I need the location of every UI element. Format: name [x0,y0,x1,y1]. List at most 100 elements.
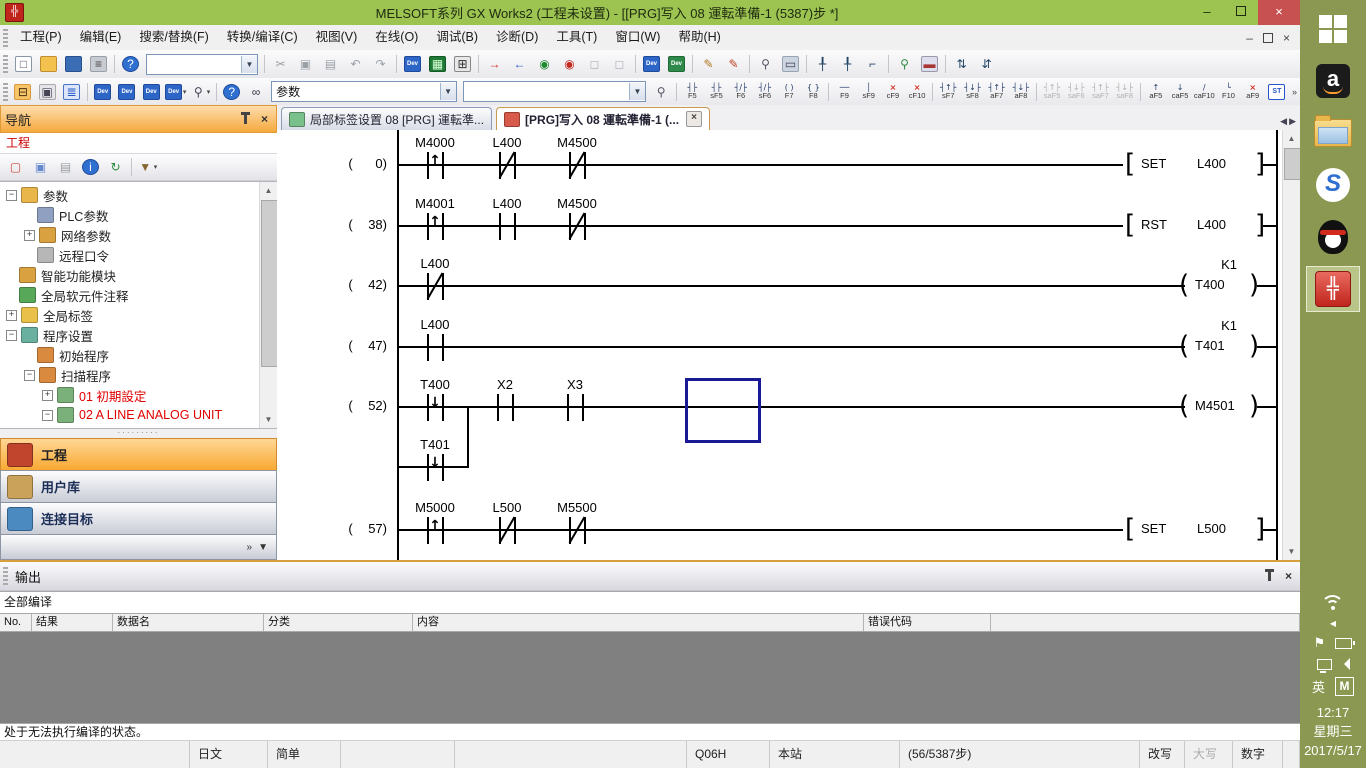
chevron-down-icon[interactable]: ▼ [629,83,645,100]
ladder-symbol-af5-button[interactable]: ↑aF5 [1144,79,1168,104]
chevron-down-icon[interactable]: ▾ [207,88,211,96]
ladder-contact[interactable] [419,150,451,180]
statement-edit-icon[interactable]: ✎ [697,53,720,75]
monitor-stop-icon[interactable]: ◉ [558,53,581,75]
menu-item-help[interactable]: 帮助(H) [669,26,729,49]
battery-icon[interactable] [1335,638,1352,649]
ime-indicator[interactable]: M [1335,677,1354,696]
ladder-contact[interactable] [491,211,523,241]
ladder-symbol-caf10-button[interactable]: /caF10 [1192,79,1216,104]
ladder-contact[interactable] [419,452,451,482]
ladder-contact[interactable] [419,392,451,422]
menu-item-online[interactable]: 在线(O) [366,26,427,49]
tree-item-intelligent-function-module[interactable]: 智能功能模块 [0,265,260,285]
paste-item-icon[interactable]: ▤ [54,156,77,178]
ladder-contact[interactable] [491,515,523,545]
nav-button-connection-destination[interactable]: 连接目标 [0,502,277,534]
cross-reference-icon[interactable]: ∞ [245,81,267,103]
taskbar-item-amazon[interactable]: a [1306,58,1360,104]
tree-scrollbar[interactable]: ▲ ▼ [259,182,277,428]
device-reference-icon[interactable]: Dev▾ [164,81,187,103]
find-replace-icon[interactable]: ⚲▾ [189,81,211,103]
ladder-cursor[interactable] [685,378,761,443]
device-batch-icon[interactable]: Dev [140,81,162,103]
ladder-contact[interactable] [561,150,593,180]
splitter-grip[interactable]: ········· [0,429,277,438]
ladder-symbol-cf10-button[interactable]: ×cF10 [905,79,929,104]
chevron-down-icon[interactable]: ▾ [183,88,187,96]
tree-item-program-setting[interactable]: −程序设置 [0,325,260,345]
ladder-symbol-cf9-button[interactable]: ×cF9 [881,79,905,104]
save-icon[interactable] [62,53,85,75]
scrollbar-thumb[interactable] [1284,148,1301,180]
taskbar-item-file-explorer[interactable] [1306,110,1360,156]
tree-item-remote-password[interactable]: 远程口令 [0,245,260,265]
ladder-symbol-sf7-button[interactable]: ┤↑├sF7 [936,79,960,104]
display-setting-icon[interactable]: ▭ [779,53,802,75]
close-icon[interactable]: × [261,112,268,126]
pin-icon[interactable] [1268,572,1271,581]
device-monitor-icon[interactable]: ▦ [426,53,449,75]
ladder-contact[interactable] [491,150,523,180]
tab-close-icon[interactable]: × [686,111,702,127]
ladder-symbol-sf8-button[interactable]: ┤↓├sF8 [960,79,984,104]
monitor-pause-icon[interactable]: ◻ [583,53,606,75]
ladder-contact[interactable] [419,271,451,301]
device-batch-monitor-icon[interactable]: ⊞ [451,53,474,75]
scroll-up-icon[interactable]: ▲ [260,182,277,199]
mdi-restore-button[interactable] [1263,33,1273,43]
tree-item-global-device-comment[interactable]: 全局软元件注释 [0,285,260,305]
taskbar-clock[interactable]: 12:17 星期三 2017/5/17 [1304,703,1362,760]
close-button[interactable]: × [1258,0,1300,25]
ladder-contact[interactable] [561,211,593,241]
taskbar-item-qq[interactable] [1306,214,1360,260]
ladder-symbol-sf6-button[interactable]: ┤/├sF6 [753,79,777,104]
pin-icon[interactable] [244,115,247,124]
new-item-icon[interactable]: ▢ [4,156,27,178]
tree-item-parameter[interactable]: −参数 [0,185,260,205]
ladder-symbol-f10-button[interactable]: └F10 [1216,79,1240,104]
start-button[interactable] [1306,6,1360,52]
device-memory-icon[interactable]: Dev [116,81,138,103]
ladder-symbol-af8-button[interactable]: ┤↓├aF8 [1009,79,1033,104]
speaker-icon[interactable] [1342,658,1350,670]
menu-item-tools[interactable]: 工具(T) [547,26,606,49]
scroll-down-icon[interactable]: ▼ [1283,543,1300,560]
ladder-contact[interactable] [559,392,591,422]
ladder-symbol-caf5-button[interactable]: ↓caF5 [1168,79,1192,104]
ladder-contact[interactable] [561,515,593,545]
device-comment-icon[interactable]: Dev [92,81,114,103]
collapse-minus-icon[interactable]: − [24,370,35,381]
cut-icon[interactable]: ✂ [269,53,292,75]
ladder-contact[interactable] [489,392,521,422]
menu-item-debug[interactable]: 调试(B) [427,26,487,49]
chevron-down-icon[interactable]: ▾ [154,163,158,171]
list-display-icon[interactable]: ≣ [60,81,82,103]
ladder-zoom-icon[interactable]: ⚲ [754,53,777,75]
expand-plus-icon[interactable]: + [24,230,35,241]
network-icon[interactable] [1317,659,1332,670]
copy-icon[interactable]: ▣ [294,53,317,75]
monitor-start-icon[interactable]: ◉ [533,53,556,75]
ladder-symbol-sf5-button[interactable]: ┤├sF5 [704,79,728,104]
action-center-flag-icon[interactable]: ⚑ [1314,635,1326,651]
undo-icon[interactable]: ↶ [344,53,367,75]
tree-item-01-initial-setting[interactable]: +01 初期設定 [0,385,260,405]
tree-item-scan-program[interactable]: −扫描程序 [0,365,260,385]
ladder-symbol-f5-button[interactable]: ┤├F5 [680,79,704,104]
menu-item-convert-compile[interactable]: 转换/编译(C) [218,26,307,49]
new-file-icon[interactable]: □ [12,53,35,75]
pulse-convert-icon[interactable]: ⌐ [861,53,884,75]
help-icon[interactable]: ? [119,53,142,75]
menu-item-diagnostics[interactable]: 诊断(D) [487,26,547,49]
zoom-page-icon[interactable]: ⚲ [650,81,672,103]
ladder-canvas[interactable]: (0)M4000↑L400M4500[SETL400](38)M4001↑L40… [277,130,1283,560]
close-icon[interactable]: × [1285,569,1292,583]
ladder-symbol-f7-button[interactable]: ( )F7 [777,79,801,104]
find-device-icon[interactable]: ⚲ [893,53,916,75]
nav-button-user-library[interactable]: 用户库 [0,470,277,502]
chevron-down-icon[interactable]: ▼ [440,83,456,100]
ladder-symbol-sf9-button[interactable]: │sF9 [857,79,881,104]
ladder-symbol-f6-button[interactable]: ┤/├F6 [729,79,753,104]
tree-item-network-parameter[interactable]: +网络参数 [0,225,260,245]
